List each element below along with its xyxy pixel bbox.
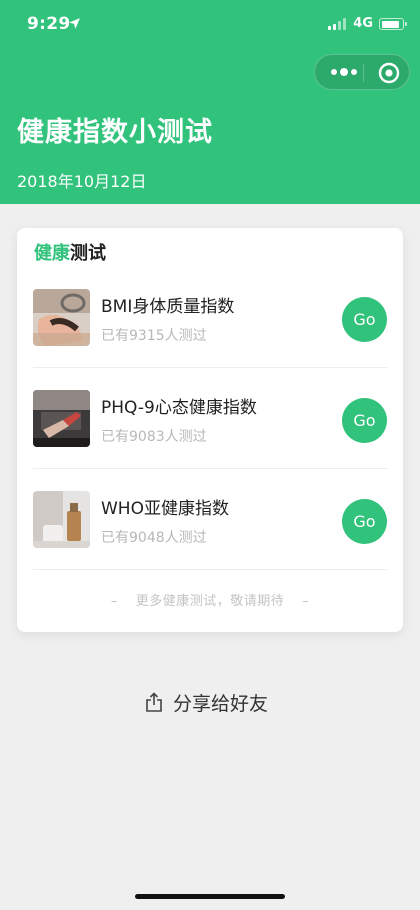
dash-right: – bbox=[302, 594, 310, 609]
dash-left: – bbox=[110, 594, 118, 609]
test-item-phq9[interactable]: PHQ-9心态健康指数 已有9083人测过 Go bbox=[33, 390, 387, 490]
header: 9:29 4G 健康指数小测试 2018年10月12日 bbox=[0, 0, 420, 204]
test-item-count: 已有9083人测过 bbox=[101, 429, 207, 445]
status-bar: 9:29 4G bbox=[0, 0, 420, 50]
battery-icon bbox=[379, 18, 407, 30]
test-item-who[interactable]: WHO亚健康指数 已有9048人测过 Go bbox=[33, 491, 387, 591]
test-item-name: PHQ-9心态健康指数 bbox=[101, 398, 257, 418]
capsule-divider bbox=[363, 64, 364, 82]
test-item-bmi[interactable]: BMI身体质量指数 已有9315人测过 Go bbox=[33, 289, 387, 389]
divider bbox=[33, 367, 387, 368]
phq9-photo-icon bbox=[33, 390, 90, 447]
test-item-name: WHO亚健康指数 bbox=[101, 499, 229, 519]
card-title-accent: 健康 bbox=[34, 243, 70, 264]
page-title: 健康指数小测试 bbox=[17, 117, 213, 148]
card-title: 健康测试 bbox=[34, 239, 106, 265]
target-circle-icon[interactable] bbox=[377, 61, 401, 85]
health-test-card: 健康测试 BMI身体质量指数 已有9315人测过 Go PHQ-9心态健康指数 … bbox=[17, 228, 403, 632]
share-icon bbox=[146, 692, 162, 712]
go-button[interactable]: Go bbox=[342, 499, 387, 544]
page-date: 2018年10月12日 bbox=[17, 172, 147, 191]
divider bbox=[33, 569, 387, 570]
who-photo-icon bbox=[33, 491, 90, 548]
more-dots-icon[interactable] bbox=[329, 64, 359, 80]
go-button[interactable]: Go bbox=[342, 398, 387, 443]
card-title-rest: 测试 bbox=[70, 243, 106, 264]
more-tests-text: 更多健康测试，敬请期待 bbox=[135, 594, 285, 609]
mini-program-capsule bbox=[314, 54, 410, 90]
share-label: 分享给好友 bbox=[173, 693, 269, 715]
home-indicator[interactable] bbox=[135, 894, 285, 899]
network-type: 4G bbox=[353, 16, 373, 31]
test-item-count: 已有9315人测过 bbox=[101, 328, 207, 344]
go-button[interactable]: Go bbox=[342, 297, 387, 342]
bmi-photo-icon bbox=[33, 289, 90, 346]
status-time: 9:29 bbox=[27, 14, 71, 34]
more-tests-note: – 更多健康测试，敬请期待 – bbox=[17, 590, 403, 609]
location-arrow-icon bbox=[69, 18, 80, 29]
signal-icon bbox=[328, 18, 346, 30]
test-item-name: BMI身体质量指数 bbox=[101, 297, 235, 317]
test-item-count: 已有9048人测过 bbox=[101, 530, 207, 546]
divider bbox=[33, 468, 387, 469]
